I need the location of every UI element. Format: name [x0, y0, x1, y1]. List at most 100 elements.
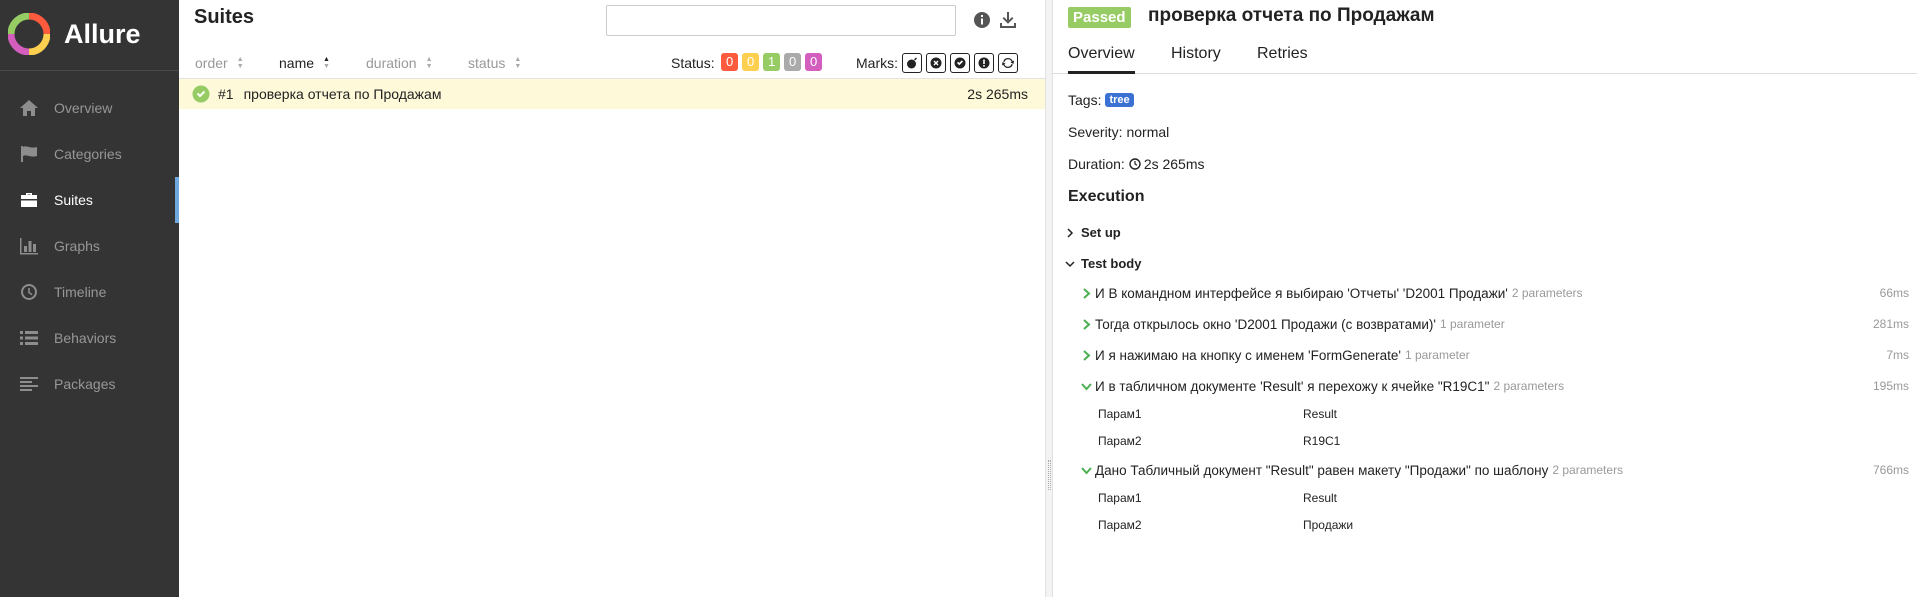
close-icon[interactable] [926, 53, 946, 73]
step-row[interactable]: Тогда открылось окно 'D2001 Продажи (с в… [1081, 313, 1909, 335]
column-duration[interactable]: duration ▲ ▼ [366, 55, 433, 71]
sidebar-item-label: Graphs [54, 238, 100, 254]
sidebar-item-graphs[interactable]: Graphs [0, 223, 179, 269]
sidebar-item-label: Categories [54, 146, 122, 162]
sidebar: Allure Overview Categories Suites Graphs… [0, 0, 179, 597]
parameter-value: Продажи [1303, 518, 1354, 532]
parameter-name: Парам2 [1098, 434, 1142, 448]
marks-filter-label: Marks: [856, 55, 898, 71]
status-count-broken[interactable]: 0 [742, 53, 760, 71]
tab-history[interactable]: History [1171, 45, 1221, 74]
setup-section[interactable]: Set up [1065, 225, 1121, 240]
download-icon[interactable] [998, 10, 1018, 30]
splitter-grip-icon [1048, 460, 1051, 490]
row-name: проверка отчета по Продажам [243, 86, 442, 102]
step-params: 2 parameters [1511, 286, 1583, 300]
page-title: Suites [194, 6, 255, 28]
test-body-section[interactable]: Test body [1065, 256, 1141, 271]
row-number: #1 [218, 86, 234, 102]
step-params: 1 parameter [1440, 317, 1505, 331]
sidebar-item-suites[interactable]: Suites [0, 177, 179, 223]
sidebar-item-label: Overview [54, 100, 113, 116]
sidebar-divider [0, 70, 179, 71]
duration-line: Duration: 2s 265ms [1068, 156, 1205, 172]
exclamation-icon[interactable] [974, 53, 994, 73]
sidebar-item-behaviors[interactable]: Behaviors [0, 315, 179, 361]
step-row[interactable]: И в табличном документе 'Result' я перех… [1081, 375, 1909, 397]
parameter-row: Парам2 R19C1 [1098, 434, 1340, 452]
parameter-name: Парам2 [1098, 518, 1142, 532]
align-left-icon [18, 374, 40, 394]
step-name: Дано Табличный документ "Result" равен м… [1095, 462, 1549, 478]
sidebar-item-packages[interactable]: Packages [0, 361, 179, 407]
step-params: 1 parameter [1404, 348, 1470, 362]
test-detail-pane: Passed проверка отчета по Продажам Overv… [1053, 0, 1917, 597]
status-count-passed[interactable]: 1 [763, 53, 781, 71]
step-name: Тогда открылось окно 'D2001 Продажи (с в… [1095, 316, 1436, 332]
sidebar-item-label: Suites [54, 192, 93, 208]
sort-icon: ▲ ▼ [514, 56, 522, 70]
sidebar-item-label: Behaviors [54, 330, 117, 346]
chevron-right-icon [1083, 287, 1091, 299]
chevron-down-icon [1065, 260, 1075, 267]
tags-label: Tags: [1068, 92, 1102, 108]
sidebar-item-label: Packages [54, 376, 116, 392]
sidebar-item-overview[interactable]: Overview [0, 85, 179, 131]
table-header: order ▲ ▼ name ▲ ▼ duration ▲ ▼ status ▲ ▼ S… [179, 49, 1045, 79]
bomb-icon[interactable] [902, 53, 922, 73]
step-row[interactable]: И В командном интерфейсе я выбираю 'Отче… [1081, 282, 1909, 304]
info-icon[interactable] [972, 10, 992, 30]
chevron-right-icon [1083, 318, 1091, 330]
column-name[interactable]: name ▲ ▼ [279, 55, 330, 71]
pane-splitter[interactable] [1045, 0, 1053, 597]
row-duration: 2s 265ms [967, 86, 1028, 102]
step-name: И я нажимаю на кнопку с именем 'FormGene… [1095, 347, 1401, 363]
status-filter-label: Status: [671, 55, 715, 71]
step-duration: 7ms [1886, 348, 1909, 362]
tab-retries[interactable]: Retries [1257, 45, 1308, 74]
sort-icon: ▲ ▼ [323, 56, 330, 70]
sidebar-item-categories[interactable]: Categories [0, 131, 179, 177]
refresh-icon[interactable] [998, 53, 1018, 73]
column-order[interactable]: order ▲ ▼ [195, 55, 244, 71]
parameter-name: Парам1 [1098, 407, 1142, 421]
brand[interactable]: Allure [8, 12, 141, 56]
tag-badge: tree [1105, 93, 1134, 107]
brand-name: Allure [64, 18, 141, 49]
home-icon [18, 98, 40, 118]
step-duration: 195ms [1872, 379, 1909, 393]
column-status[interactable]: status ▲ ▼ [468, 55, 521, 71]
allure-logo-icon [8, 13, 50, 55]
severity-line: Severity: normal [1068, 124, 1169, 140]
step-params: 2 parameters [1493, 379, 1565, 393]
check-icon[interactable] [950, 53, 970, 73]
parameter-row: Парам1 Result [1098, 407, 1337, 425]
clock-icon [18, 282, 40, 302]
table-row[interactable]: #1 проверка отчета по Продажам 2s 265ms [179, 79, 1045, 109]
sidebar-item-label: Timeline [54, 284, 107, 300]
chevron-down-icon [1081, 466, 1092, 474]
step-name: И В командном интерфейсе я выбираю 'Отче… [1095, 285, 1508, 301]
step-row[interactable]: И я нажимаю на кнопку с именем 'FormGene… [1081, 344, 1909, 366]
step-params: 2 parameters [1552, 463, 1624, 477]
detail-tabs: Overview History Retries [1053, 38, 1917, 74]
flag-icon [18, 144, 40, 164]
passed-status-icon [192, 85, 210, 103]
chevron-right-icon [1083, 349, 1091, 361]
clock-icon [1129, 158, 1141, 170]
severity-value: normal [1126, 124, 1170, 140]
status-count-failed[interactable]: 0 [721, 53, 739, 71]
chevron-down-icon [1081, 382, 1092, 390]
chevron-right-icon [1067, 227, 1074, 238]
parameter-row: Парам1 Result [1098, 491, 1337, 509]
parameter-value: Result [1303, 491, 1338, 505]
list-icon [18, 328, 40, 348]
sidebar-nav: Overview Categories Suites Graphs Timeli… [0, 85, 179, 407]
status-count-unknown[interactable]: 0 [805, 53, 823, 71]
step-row[interactable]: Дано Табличный документ "Result" равен м… [1081, 459, 1909, 481]
search-input[interactable] [606, 5, 956, 36]
status-count-skipped[interactable]: 0 [784, 53, 802, 71]
tab-overview[interactable]: Overview [1068, 45, 1135, 74]
sidebar-item-timeline[interactable]: Timeline [0, 269, 179, 315]
step-duration: 66ms [1879, 286, 1909, 300]
